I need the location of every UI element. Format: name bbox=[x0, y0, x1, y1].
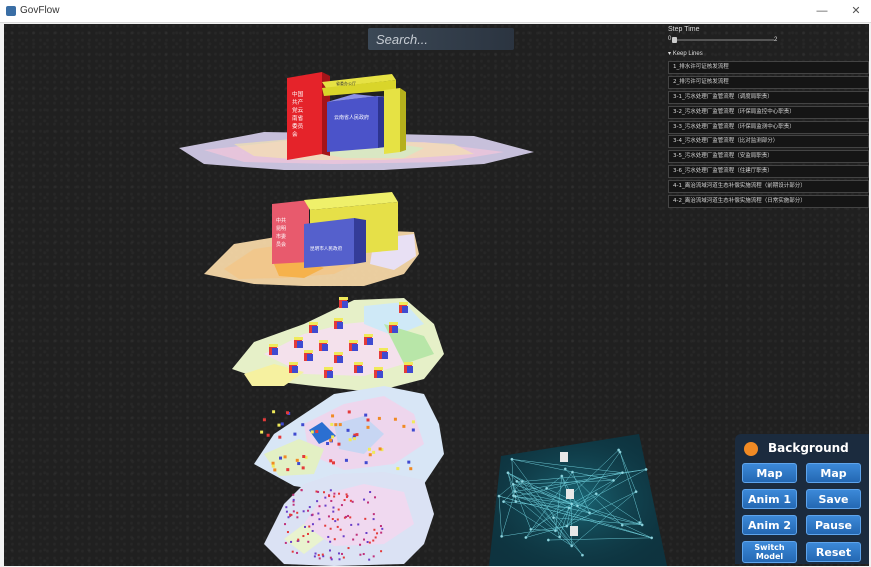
step-time-slider[interactable]: 0 2 bbox=[668, 36, 778, 43]
anim2-button[interactable]: Anim 2 bbox=[742, 515, 797, 535]
keep-lines-label: Keep Lines bbox=[672, 51, 703, 57]
process-line-list: 1_排水许可证核发流程 2_排污许可证核发流程 3-1_污水处理厂监管流程（调度局职… bbox=[668, 61, 869, 210]
slider-max-value: 2 bbox=[774, 37, 778, 43]
province-layer[interactable] bbox=[179, 72, 534, 170]
map-button-right[interactable]: Map bbox=[806, 463, 861, 483]
app-icon bbox=[6, 6, 16, 16]
line-item[interactable]: 4-2_离治流域河道生态补偿实施流程（日常实施部分） bbox=[668, 195, 869, 209]
line-item[interactable]: 3-4_污水处理厂监管流程（比对监测部分） bbox=[668, 135, 869, 149]
control-panel: Background Map Map Anim 1 Save Anim 2 Pa… bbox=[735, 434, 869, 564]
slider-track[interactable] bbox=[674, 39, 774, 41]
line-item[interactable]: 2_排污许可证核发流程 bbox=[668, 75, 869, 89]
background-label[interactable]: Background bbox=[768, 441, 849, 455]
background-toggle-icon[interactable] bbox=[744, 442, 758, 456]
map-button-left[interactable]: Map bbox=[742, 463, 797, 483]
line-item[interactable]: 3-5_污水处理厂监管流程（安监局职责） bbox=[668, 150, 869, 164]
pause-button[interactable]: Pause bbox=[806, 515, 861, 535]
save-button[interactable]: Save bbox=[806, 489, 861, 509]
label-yellow-block-top: 省委办公厅 bbox=[336, 80, 356, 86]
line-item[interactable]: 3-1_污水处理厂监管流程（调度局职责） bbox=[668, 90, 869, 104]
slider-min-value: 0 bbox=[668, 36, 672, 42]
label-blue-block-mid: 昆明市人民政府 bbox=[310, 245, 343, 252]
minimap-node-1 bbox=[560, 452, 568, 462]
city-layer[interactable] bbox=[204, 192, 419, 286]
switch-model-line1: Switch bbox=[754, 543, 785, 552]
line-item[interactable]: 4-1_离治流域河道生态补偿实施流程（前期设计部分） bbox=[668, 180, 869, 194]
line-item[interactable]: 3-6_污水处理厂监管流程（住建厅职责） bbox=[668, 165, 869, 179]
minimize-button[interactable]: — bbox=[812, 3, 832, 19]
window-title: GovFlow bbox=[20, 5, 60, 16]
anim1-button[interactable]: Anim 1 bbox=[742, 489, 797, 509]
minimap-node-3 bbox=[570, 526, 578, 536]
minimap-node-2 bbox=[566, 489, 574, 499]
chevron-down-icon: ▾ bbox=[668, 51, 672, 57]
keep-lines-toggle[interactable]: ▾ Keep Lines bbox=[668, 50, 703, 57]
slider-handle[interactable] bbox=[672, 37, 677, 43]
step-time-control: Step Time 0 2 bbox=[668, 26, 868, 43]
reset-button[interactable]: Reset bbox=[806, 542, 861, 562]
line-item[interactable]: 1_排水许可证核发流程 bbox=[668, 61, 869, 74]
line-item[interactable]: 3-2_污水处理厂监管流程（环保局监控中心职责） bbox=[668, 105, 869, 119]
county-layer[interactable] bbox=[264, 472, 434, 566]
network-minimap[interactable] bbox=[489, 434, 667, 566]
switch-model-button[interactable]: Switch Model bbox=[742, 541, 797, 563]
district-layer[interactable] bbox=[232, 298, 444, 392]
step-time-label: Step Time bbox=[668, 26, 700, 33]
3d-viewport[interactable]: 中国共产党云南省委员会 云南省人民政府 省委办公厅 中共昆明市委员会 昆明市人民… bbox=[4, 24, 869, 566]
title-bar: GovFlow — ✕ bbox=[0, 0, 871, 23]
search-box[interactable] bbox=[368, 28, 514, 50]
label-blue-block-top: 云南省人民政府 bbox=[334, 114, 369, 121]
line-item[interactable]: 3-3_污水处理厂监管流程（环保局监测中心职责） bbox=[668, 120, 869, 134]
close-button[interactable]: ✕ bbox=[846, 3, 866, 19]
app-window: GovFlow — ✕ 中国共产党云南省委员会 云南省人民政府 省委办公厅 中共… bbox=[0, 0, 871, 567]
search-input[interactable] bbox=[368, 28, 514, 50]
switch-model-line2: Model bbox=[755, 552, 784, 561]
